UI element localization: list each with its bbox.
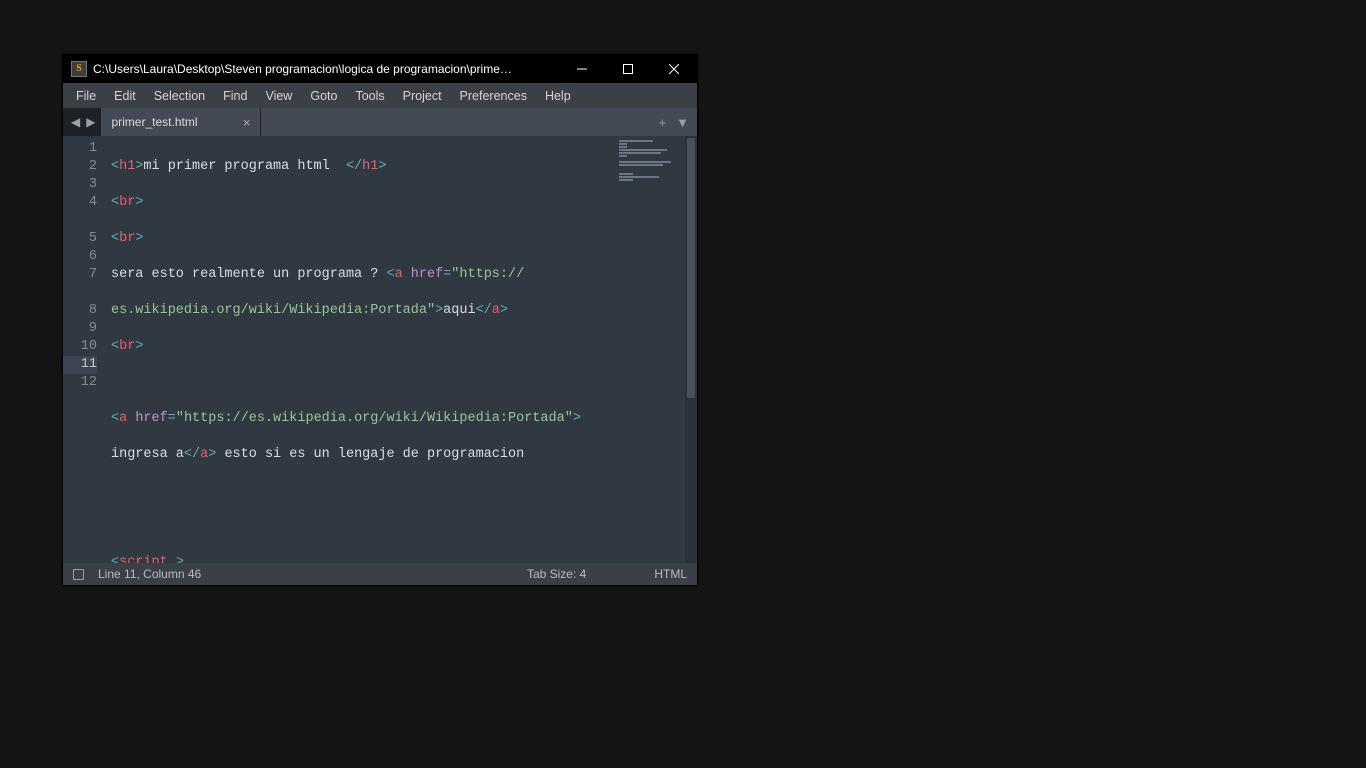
menu-project[interactable]: Project bbox=[394, 86, 451, 106]
code-row bbox=[111, 374, 615, 392]
gutter-line: 9 bbox=[63, 320, 97, 338]
menu-view[interactable]: View bbox=[256, 86, 301, 106]
minimize-button[interactable] bbox=[559, 55, 605, 83]
window-title: C:\Users\Laura\Desktop\Steven programaci… bbox=[93, 62, 513, 76]
minimap-line bbox=[619, 176, 659, 178]
statusbar-syntax[interactable]: HTML bbox=[654, 567, 687, 581]
gutter: 1 2 3 4 5 6 7 8 9 10 11 12 bbox=[63, 136, 105, 563]
statusbar: Line 11, Column 46 Tab Size: 4 HTML bbox=[63, 563, 697, 585]
menu-goto[interactable]: Goto bbox=[301, 86, 346, 106]
menu-find[interactable]: Find bbox=[214, 86, 256, 106]
gutter-line: 3 bbox=[63, 176, 97, 194]
menu-edit[interactable]: Edit bbox=[105, 86, 145, 106]
gutter-line: 2 bbox=[63, 158, 97, 176]
tabstrip: ◀ ▶ primer_test.html × + ▼ bbox=[63, 108, 697, 136]
menu-help[interactable]: Help bbox=[536, 86, 580, 106]
tab-prev-icon[interactable]: ◀ bbox=[69, 116, 82, 128]
tabstrip-right: + ▼ bbox=[261, 108, 697, 136]
code-area[interactable]: <h1>mi primer programa html </h1> <br> <… bbox=[105, 136, 615, 563]
gutter-line-current: 11 bbox=[63, 356, 97, 374]
code-row: ingresa a</a> esto si es un lengaje de p… bbox=[111, 446, 615, 464]
statusbar-panel-icon[interactable] bbox=[73, 569, 84, 580]
maximize-button[interactable] bbox=[605, 55, 651, 83]
minimap-line bbox=[619, 149, 667, 151]
minimap-line bbox=[619, 179, 633, 181]
tab-close-icon[interactable]: × bbox=[243, 115, 251, 130]
minimap-line bbox=[619, 143, 627, 145]
code-row: <br> bbox=[111, 194, 615, 212]
gutter-line: 5 bbox=[63, 230, 97, 248]
minimap-line bbox=[619, 161, 671, 163]
minimap-line bbox=[619, 164, 663, 166]
code-row: <br> bbox=[111, 230, 615, 248]
minimap-line bbox=[619, 155, 627, 157]
gutter-line: 7 bbox=[63, 266, 97, 284]
menu-file[interactable]: File bbox=[67, 86, 105, 106]
editor[interactable]: 1 2 3 4 5 6 7 8 9 10 11 12 <h1>mi primer… bbox=[63, 136, 697, 563]
statusbar-position[interactable]: Line 11, Column 46 bbox=[98, 567, 201, 581]
tab-dropdown-icon[interactable]: ▼ bbox=[676, 115, 689, 130]
minimap-line bbox=[619, 146, 627, 148]
gutter-line bbox=[63, 284, 97, 302]
menu-tools[interactable]: Tools bbox=[346, 86, 393, 106]
app-window: S C:\Users\Laura\Desktop\Steven programa… bbox=[62, 54, 698, 586]
code-row: sera esto realmente un programa ? <a hre… bbox=[111, 266, 615, 284]
minimap-line bbox=[619, 152, 661, 154]
gutter-line: 10 bbox=[63, 338, 97, 356]
code-row: es.wikipedia.org/wiki/Wikipedia:Portada"… bbox=[111, 302, 615, 320]
code-row: <a href="https://es.wikipedia.org/wiki/W… bbox=[111, 410, 615, 428]
maximize-icon bbox=[623, 64, 633, 74]
minimize-icon bbox=[577, 64, 587, 74]
tab-nav: ◀ ▶ bbox=[63, 108, 101, 136]
gutter-line: 8 bbox=[63, 302, 97, 320]
scrollbar-thumb[interactable] bbox=[687, 138, 695, 398]
tab-next-icon[interactable]: ▶ bbox=[84, 116, 97, 128]
minimap-line bbox=[619, 140, 653, 142]
code-row bbox=[111, 482, 615, 500]
tab-label: primer_test.html bbox=[111, 115, 224, 129]
statusbar-tab-size[interactable]: Tab Size: 4 bbox=[527, 567, 586, 581]
minimap[interactable] bbox=[615, 136, 685, 563]
code-row: <br> bbox=[111, 338, 615, 356]
titlebar[interactable]: S C:\Users\Laura\Desktop\Steven programa… bbox=[63, 55, 697, 83]
gutter-line: 6 bbox=[63, 248, 97, 266]
tab-active[interactable]: primer_test.html × bbox=[101, 108, 261, 136]
gutter-line bbox=[63, 212, 97, 230]
menubar: File Edit Selection Find View Goto Tools… bbox=[63, 83, 697, 108]
close-button[interactable] bbox=[651, 55, 697, 83]
menu-selection[interactable]: Selection bbox=[145, 86, 214, 106]
new-tab-icon[interactable]: + bbox=[659, 115, 667, 130]
menu-preferences[interactable]: Preferences bbox=[451, 86, 536, 106]
gutter-line: 1 bbox=[63, 140, 97, 158]
close-icon bbox=[669, 64, 679, 74]
sublime-app-icon: S bbox=[71, 61, 87, 77]
minimap-line bbox=[619, 173, 633, 175]
code-row: <h1>mi primer programa html </h1> bbox=[111, 158, 615, 176]
code-row: <script > bbox=[111, 554, 615, 563]
vertical-scrollbar[interactable] bbox=[685, 136, 697, 563]
gutter-line: 12 bbox=[63, 374, 97, 392]
code-row bbox=[111, 518, 615, 536]
gutter-line: 4 bbox=[63, 194, 97, 212]
